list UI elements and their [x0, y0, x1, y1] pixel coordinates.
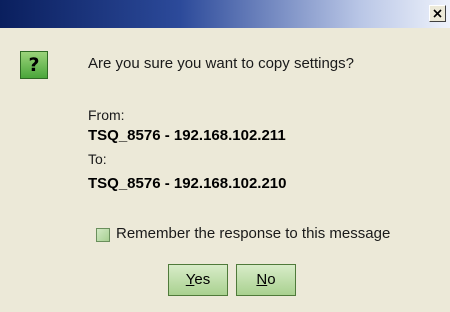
- question-icon: ?: [20, 51, 48, 79]
- question-text: Are you sure you want to copy settings?: [88, 55, 354, 72]
- no-label-rest: o: [267, 271, 276, 288]
- from-device: TSQ_8576 - 192.168.102.211: [88, 127, 286, 144]
- remember-checkbox[interactable]: [96, 228, 110, 242]
- no-button[interactable]: No: [236, 264, 296, 296]
- close-icon: [433, 9, 442, 18]
- title-bar[interactable]: [0, 0, 450, 28]
- no-accelerator: N: [256, 271, 268, 288]
- confirm-dialog: ? Are you sure you want to copy settings…: [0, 0, 450, 312]
- to-device: TSQ_8576 - 192.168.102.210: [88, 175, 287, 192]
- yes-label-rest: es: [194, 271, 211, 288]
- from-label: From:: [88, 107, 125, 123]
- remember-label[interactable]: Remember the response to this message: [116, 225, 390, 242]
- yes-button[interactable]: Yes: [168, 264, 228, 296]
- close-button[interactable]: [429, 5, 446, 22]
- to-label: To:: [88, 151, 107, 167]
